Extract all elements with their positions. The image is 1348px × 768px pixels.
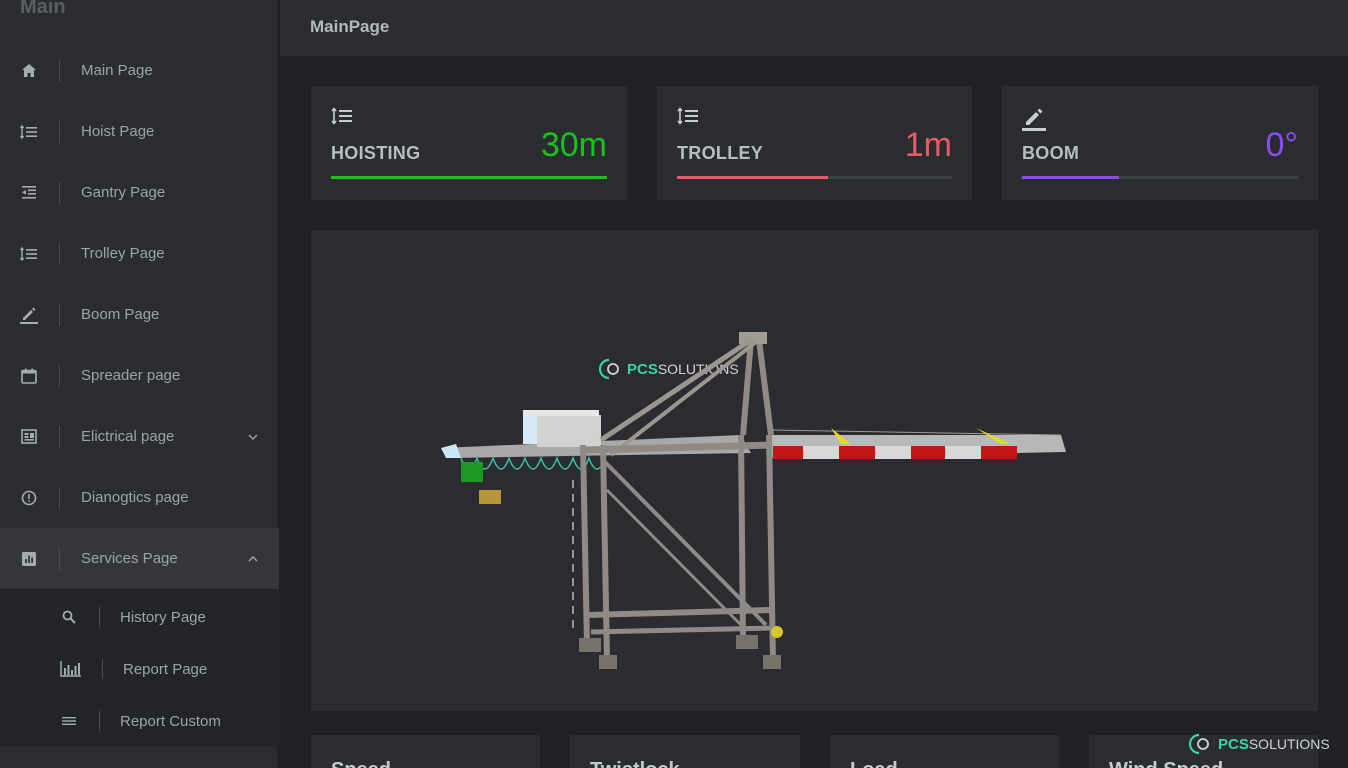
info-card-twistlock: Twistlock	[570, 735, 800, 768]
sidebar-item-label: Gantry Page	[81, 184, 166, 201]
logo-brand-text: PCS	[1218, 735, 1249, 753]
sidebar-item-label: Services Page	[81, 550, 178, 567]
chevron-down-icon[interactable]	[246, 430, 260, 444]
sidebar-item-electrical-page[interactable]: Elictrical page	[0, 406, 279, 467]
sidebar-item-label: Dianogtics page	[81, 489, 189, 506]
sidebar-subitem-report-custom[interactable]: Report Custom	[0, 695, 279, 747]
sidebar-item-diagnostics-page[interactable]: Dianogtics page	[0, 467, 279, 528]
metric-label: BOOM	[1022, 143, 1080, 163]
alert-circle-icon	[20, 489, 38, 507]
sidebar-subitem-report-page[interactable]: Report Page	[0, 643, 279, 695]
search-icon	[58, 608, 80, 626]
sidebar-item-hoist-page[interactable]: Hoist Page	[0, 101, 279, 162]
sidebar-subitem-label: Report Custom	[120, 712, 221, 730]
info-card-load: Load	[830, 735, 1059, 768]
lines-icon	[58, 712, 80, 730]
watermark-logo: PCS SOLUTIONS	[1188, 733, 1330, 755]
page-title: MainPage	[310, 17, 390, 36]
sidebar-subitem-label: History Page	[120, 608, 206, 626]
metric-value: 1m	[904, 126, 952, 164]
sidebar-item-services-page[interactable]: Services Page	[0, 528, 279, 589]
metric-value: 30m	[540, 126, 607, 164]
indent-icon	[20, 184, 38, 202]
crane-3d-viewer[interactable]: PCS SOLUTIONS	[311, 230, 1318, 711]
edit-icon	[1022, 107, 1046, 131]
sidebar-subitem-label: Report Page	[123, 660, 208, 678]
info-card-speed: Speed	[311, 735, 540, 768]
metric-progress-fill	[1022, 176, 1119, 179]
list-ordered-icon	[677, 107, 701, 129]
sidebar-item-label: Trolley Page	[81, 245, 165, 262]
bar-chart-icon	[60, 660, 82, 678]
logo-sub-text: SOLUTIONS	[1248, 736, 1330, 752]
metric-card-trolley: TROLLEY 1m	[657, 86, 972, 200]
sidebar-item-trolley-page[interactable]: Trolley Page	[0, 223, 279, 284]
metric-value: 0°	[1265, 126, 1298, 164]
list-ordered-icon	[20, 123, 38, 141]
sidebar-item-spreader-page[interactable]: Spreader page	[0, 345, 279, 406]
edit-icon	[20, 306, 38, 324]
services-submenu: History Page Report Page Report Custom	[0, 589, 279, 747]
info-card-title: Load	[850, 759, 898, 768]
header-bar: MainPage	[280, 0, 1348, 56]
sidebar-title: Main	[20, 0, 66, 18]
calendar-icon	[20, 367, 38, 385]
metric-progress-track	[1022, 176, 1298, 179]
metric-progress-track	[331, 176, 607, 179]
sidebar-item-label: Elictrical page	[81, 428, 175, 445]
metric-card-hoisting: HOISTING 30m	[311, 86, 627, 200]
pcs-logo-icon	[1188, 733, 1209, 755]
metric-card-boom: BOOM 0°	[1002, 86, 1318, 200]
sidebar-subitem-history-page[interactable]: History Page	[0, 591, 279, 643]
sidebar-item-label: Main Page	[81, 62, 153, 79]
sidebar-item-gantry-page[interactable]: Gantry Page	[0, 162, 279, 223]
panel-icon	[20, 428, 38, 446]
list-ordered-icon	[20, 245, 38, 263]
metric-progress-track	[677, 176, 952, 179]
sidebar-item-main-page[interactable]: Main Page	[0, 40, 279, 101]
sidebar-item-label: Spreader page	[81, 367, 181, 384]
metric-progress-fill	[677, 176, 829, 179]
crane-model	[441, 332, 1066, 669]
sidebar-item-label: Boom Page	[81, 306, 160, 323]
chevron-up-icon[interactable]	[246, 552, 260, 566]
info-card-title: Speed	[331, 759, 391, 768]
info-card-title: Twistlock	[590, 759, 680, 768]
sidebar-item-boom-page[interactable]: Boom Page	[0, 284, 279, 345]
list-ordered-icon	[331, 107, 355, 129]
home-icon	[20, 62, 38, 80]
sidebar: Main Main Page Hoist Page Gantry Page Tr…	[0, 0, 279, 768]
metric-progress-fill	[331, 176, 607, 179]
metric-label: HOISTING	[331, 143, 421, 163]
info-card-title: Wind Speed	[1109, 759, 1223, 768]
metric-label: TROLLEY	[677, 143, 764, 163]
sidebar-item-label: Hoist Page	[81, 123, 155, 140]
chart-box-icon	[20, 550, 38, 568]
